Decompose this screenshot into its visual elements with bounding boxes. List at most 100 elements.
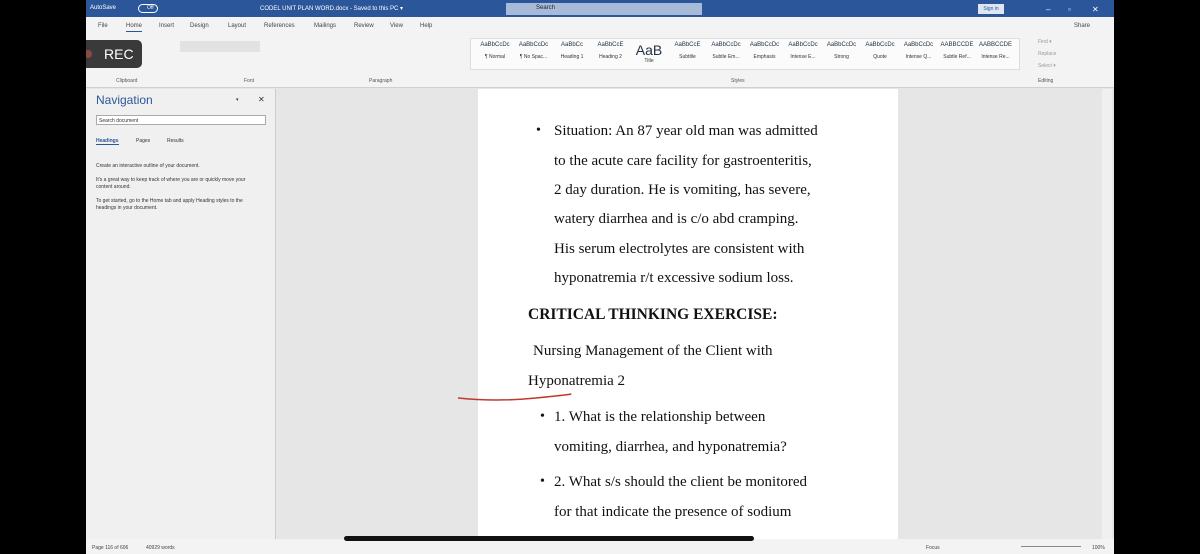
tab-design[interactable]: Design — [190, 23, 209, 29]
rec-label: REC — [104, 46, 134, 62]
style-preview: AABBCCDE — [978, 42, 1012, 48]
style-12[interactable]: AABBCCDE Subtle Ref... — [937, 42, 977, 60]
word-count[interactable]: 40929 words — [146, 545, 175, 551]
bullet: • — [536, 123, 541, 138]
style-name: Quote — [873, 54, 887, 60]
tab-references[interactable]: References — [264, 23, 295, 29]
doc-line: for that indicate the presence of sodium — [554, 504, 792, 520]
doc-line: 1. What is the relationship between — [554, 409, 766, 425]
style-2[interactable]: AaBbCc Heading 1 — [552, 42, 592, 60]
nav-search-input[interactable]: Search document — [96, 115, 266, 125]
nav-help-text: To get started, go to the Home tab and a… — [96, 198, 243, 211]
close-icon[interactable]: ✕ — [1092, 5, 1099, 14]
style-preview: AABBCCDE — [940, 42, 974, 48]
select-button[interactable]: Select ▾ — [1038, 63, 1056, 84]
style-preview: AaBbCcE — [674, 42, 701, 48]
bullet: • — [540, 409, 545, 424]
style-11[interactable]: AaBbCcDc Intense Q... — [899, 42, 939, 60]
styles-gallery: AaBbCcDc ¶ Normal AaBbCcDc ¶ No Spac... AaBb… — [470, 38, 1020, 70]
tab-file[interactable]: File — [98, 23, 108, 29]
style-9[interactable]: AaBbCcDc Strong — [822, 42, 862, 60]
doc-line: to the acute care facility for gastroent… — [554, 153, 812, 169]
style-7[interactable]: AaBbCcDc Emphasis — [745, 42, 785, 60]
ribbon-tabs: File Home Insert Design Layout Reference… — [86, 17, 1114, 35]
style-13[interactable]: AABBCCDE Intense Re... — [976, 42, 1016, 60]
tab-home[interactable]: Home — [126, 23, 143, 32]
bullet: • — [540, 474, 545, 489]
doc-line: 2. What s/s should the client be monitor… — [554, 474, 808, 490]
autosave-toggle[interactable]: Off — [138, 4, 158, 13]
doc-title: CODEL UNIT PLAN WORD.docx - Saved to thi… — [260, 6, 404, 12]
search-box[interactable]: Search — [506, 3, 702, 15]
sign-in-button[interactable]: Sign in — [978, 4, 1004, 14]
style-name: Title — [644, 58, 654, 64]
tab-layout[interactable]: Layout — [228, 23, 246, 29]
style-10[interactable]: AaBbCcDc Quote — [860, 42, 900, 60]
nav-tab-headings[interactable]: Headings — [96, 138, 119, 145]
style-name: ¶ No Spac... — [519, 54, 548, 60]
zoom-level[interactable]: 100% — [1092, 545, 1105, 551]
font-name-box[interactable] — [180, 41, 260, 52]
style-6[interactable]: AaBbCcDc Subtle Em... — [706, 42, 746, 60]
style-name: Emphasis — [753, 54, 776, 60]
zoom-slider[interactable] — [1021, 546, 1081, 547]
style-preview: AaBbCcDc — [518, 42, 549, 48]
nav-title: Navigation — [96, 93, 153, 107]
navigation-pane: Navigation ▾ ✕ Search document Headings … — [86, 89, 276, 539]
title-bar: AutoSave Off CODEL UNIT PLAN WORD.docx -… — [86, 0, 1114, 17]
tab-help[interactable]: Help — [420, 23, 432, 29]
doc-line: Nursing Management of the Client with — [533, 343, 773, 359]
style-5[interactable]: AaBbCcE Subtitle — [668, 42, 708, 60]
minimize-icon[interactable]: – — [1046, 5, 1050, 14]
group-paragraph: Paragraph — [369, 78, 393, 84]
style-name: ¶ Normal — [484, 54, 506, 60]
style-name: Strong — [834, 54, 849, 60]
tab-review[interactable]: Review — [354, 23, 374, 29]
style-name: Heading 1 — [560, 54, 584, 60]
style-0[interactable]: AaBbCcDc ¶ Normal — [475, 42, 515, 60]
group-clipboard: Clipboard — [116, 78, 138, 84]
record-dot-icon — [86, 50, 92, 58]
style-name: Intense Q... — [905, 54, 932, 60]
style-8[interactable]: AaBbCcDc Intense E... — [783, 42, 823, 60]
doc-line: watery diarrhea and is c/o abd cramping. — [554, 211, 799, 227]
ribbon: Format Painter Clipboard Font Paragraph … — [86, 35, 1114, 88]
autosave-label: AutoSave — [90, 5, 117, 11]
doc-line: Situation: An 87 year old man was admitt… — [554, 123, 818, 139]
style-3[interactable]: AaBbCcE Heading 2 — [591, 42, 631, 60]
style-name: Subtle Ref... — [943, 54, 971, 60]
style-preview: AaBbCcDc — [826, 42, 857, 48]
style-1[interactable]: AaBbCcDc ¶ No Spac... — [514, 42, 554, 60]
tab-view[interactable]: View — [390, 23, 403, 29]
document-page[interactable]: • Situation: An 87 year old man was admi… — [478, 89, 898, 544]
style-4[interactable]: AaB Title — [629, 42, 669, 64]
style-name: Subtle Em... — [712, 54, 740, 60]
tab-mailings[interactable]: Mailings — [314, 23, 336, 29]
doc-line: vomiting, diarrhea, and hyponatremia? — [554, 439, 787, 455]
style-name: Intense Re... — [981, 54, 1010, 60]
page-count[interactable]: Page 116 of 606 — [92, 545, 128, 551]
style-preview: AaBbCcDc — [480, 42, 510, 48]
nav-help-text: It's a great way to keep track of where … — [96, 177, 246, 190]
style-preview: AaBbCcDc — [788, 42, 818, 48]
overlay-scrollbar[interactable] — [344, 536, 754, 541]
vertical-scrollbar[interactable] — [1102, 89, 1112, 539]
style-preview: AaBbCc — [560, 42, 583, 48]
style-name: Heading 2 — [599, 54, 622, 60]
nav-close-icon[interactable]: ✕ — [258, 95, 265, 104]
doc-line: His serum electrolytes are consistent wi… — [554, 241, 805, 257]
share-button[interactable]: Share — [1074, 23, 1090, 29]
style-preview: AaBbCcDc — [711, 42, 741, 48]
style-name: Subtitle — [679, 54, 696, 60]
style-preview: AaBbCcDc — [749, 42, 780, 48]
group-styles: Styles — [731, 78, 745, 84]
style-preview: AaBbCcDc — [903, 42, 934, 48]
group-font: Font — [244, 78, 255, 84]
focus-button[interactable]: Focus — [926, 545, 940, 551]
status-bar: Page 116 of 606 40929 words Focus 100% — [86, 539, 1114, 554]
maximize-icon[interactable]: ▫ — [1068, 5, 1071, 14]
nav-options-icon[interactable]: ▾ — [236, 97, 239, 103]
tab-insert[interactable]: Insert — [159, 23, 174, 29]
nav-tab-pages[interactable]: Pages — [136, 138, 150, 144]
nav-tab-results[interactable]: Results — [167, 138, 184, 144]
